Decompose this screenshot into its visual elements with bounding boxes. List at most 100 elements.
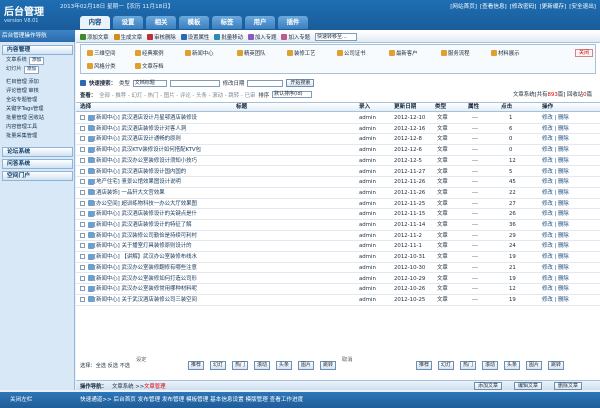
type-select[interactable]: 文档标题 (132, 79, 167, 87)
category-item[interactable]: 新闻中心 (185, 49, 214, 57)
toolbar-add-article[interactable]: 添加文章 (80, 33, 109, 41)
category-item[interactable]: 三维空间 (87, 49, 116, 57)
row-checkbox[interactable] (80, 200, 85, 206)
row-title[interactable]: [新闻中心] 武汉办公室装修常用哪种材料呢 (94, 284, 197, 294)
tab-plugins[interactable]: 插件 (278, 16, 308, 29)
link-view-info[interactable]: [查看信息] (480, 2, 507, 12)
row-checkbox[interactable] (80, 157, 85, 163)
tab-related[interactable]: 相关 (146, 16, 176, 29)
set-slide-button[interactable]: 幻灯 (210, 361, 227, 370)
toolbar-set-attr[interactable]: 设置属性 (180, 33, 209, 41)
add-slide-button[interactable]: 添加 (23, 66, 40, 74)
row-title[interactable]: [新闻中心] 武汉办公室装修如何打造公司形 (94, 274, 197, 284)
row-title[interactable]: [新闻中心] 武汉办公室装修设计须知小技巧 (94, 156, 197, 166)
link-refresh-cache[interactable]: [更新缓存] (540, 2, 567, 12)
row-checkbox[interactable] (80, 115, 85, 120)
sidebar-section-content[interactable]: 内容管理 (2, 45, 73, 55)
sidebar-item-articles[interactable]: 文章系统 添加 (0, 56, 75, 65)
tab-content[interactable]: 内容 (80, 16, 110, 29)
sort-select[interactable]: 默认排序(id) (272, 91, 313, 98)
row-checkbox[interactable] (80, 136, 85, 142)
category-item[interactable]: 风格分类 (87, 62, 116, 70)
row-ops[interactable]: 修改 | 删除 (542, 134, 569, 144)
quick-move-select[interactable]: 快速转移至... (315, 33, 358, 41)
sidebar-group-qa[interactable]: 问答系统 (2, 159, 73, 169)
row-ops[interactable]: 修改 | 删除 (542, 220, 569, 230)
row-title[interactable]: [新闻中心] 武汉办公室装修翻修有哪些注意 (94, 263, 197, 273)
edit-article-button[interactable]: 编辑文章 (514, 382, 543, 390)
tab-settings[interactable]: 设置 (113, 16, 143, 29)
quick-links[interactable]: 快速通道>> 后台首页 发布管理 发布管理 模板管理 基本信息设置 模版管理 查… (80, 392, 303, 408)
category-item[interactable]: 材料展示 (491, 49, 520, 57)
cancel-hot-button[interactable]: 热门 (460, 361, 477, 370)
row-checkbox[interactable] (80, 232, 85, 238)
cancel-slide-button[interactable]: 幻灯 (438, 361, 455, 370)
sidebar-item-columns[interactable]: 栏目管理 添加 (0, 78, 75, 87)
row-title[interactable]: [新闻中心] 武汉KTV装修设计如何搭配KTV包 (94, 145, 201, 155)
row-title[interactable]: [新闻中心] 武汉酒店装修设计的特征了解 (94, 220, 192, 230)
row-ops[interactable]: 修改 | 删除 (542, 177, 569, 187)
cancel-recommend-button[interactable]: 推荐 (416, 361, 433, 370)
row-checkbox[interactable] (80, 222, 85, 227)
keyword-input[interactable] (169, 79, 220, 87)
row-title[interactable]: [新闻中心] 武汉酒店装修设计对客人洞 (94, 124, 186, 134)
category-item[interactable]: 精英团队 (237, 49, 266, 57)
sidebar-item-slides[interactable]: 幻灯片 添加 (0, 65, 75, 74)
row-title[interactable]: [新闻中心] 关于播室灯具装修原则设计的 (94, 241, 192, 251)
row-checkbox[interactable] (80, 179, 85, 185)
row-title[interactable]: [新闻中心] 武汉酒店装修设计国内国的 (94, 167, 186, 177)
row-ops[interactable]: 修改 | 删除 (542, 124, 569, 134)
tab-users[interactable]: 用户 (245, 16, 275, 29)
row-title[interactable]: [新闻中心] 武汉酒店设计通畅的原则 (94, 134, 181, 144)
delete-article-button[interactable]: 删除文章 (554, 382, 583, 390)
cancel-headline-button[interactable]: 头条 (504, 361, 521, 370)
row-ops[interactable]: 修改 | 删除 (542, 199, 569, 209)
toolbar-add-topic[interactable]: 加入专题 (247, 33, 276, 41)
category-item[interactable]: 公司证书 (337, 49, 366, 57)
row-checkbox[interactable] (80, 286, 85, 292)
row-checkbox[interactable] (80, 243, 85, 249)
toolbar-batch-move[interactable]: 批量移动 (214, 33, 243, 41)
cancel-image-button[interactable]: 图片 (526, 361, 543, 370)
row-title[interactable]: [新闻中心] 武汉装修公司勤俭是持续可利村 (94, 231, 197, 241)
sidebar-item-tools[interactable]: 内容管理工具 (0, 123, 75, 132)
link-change-password[interactable]: [修改密码] (510, 2, 537, 12)
row-ops[interactable]: 修改 | 删除 (542, 241, 569, 251)
set-image-button[interactable]: 图片 (298, 361, 315, 370)
set-recommend-button[interactable]: 推荐 (188, 361, 205, 370)
row-checkbox[interactable] (80, 168, 85, 174)
row-ops[interactable]: 修改 | 删除 (542, 113, 569, 123)
row-ops[interactable]: 修改 | 删除 (542, 145, 569, 155)
row-ops[interactable]: 修改 | 删除 (542, 295, 569, 305)
sidebar-item-topics[interactable]: 全站专题管理 (0, 96, 75, 105)
tab-tags[interactable]: 标签 (212, 16, 242, 29)
close-left-panel[interactable]: 关闭左栏 (10, 392, 32, 408)
toolbar-add-topic-2[interactable]: 加入专题 (281, 33, 310, 41)
select-options[interactable]: 选择：全选 反选 不选 (80, 362, 130, 369)
link-logout[interactable]: [安全退出] (569, 2, 596, 12)
add-article-button[interactable]: 添加文章 (474, 382, 503, 390)
row-title[interactable]: [新闻中心] 武汉酒店装修设计的关键点是什 (94, 209, 197, 219)
date-input[interactable] (247, 79, 284, 87)
row-ops[interactable]: 修改 | 删除 (542, 167, 569, 177)
add-article-button[interactable]: 添加 (28, 57, 45, 65)
row-checkbox[interactable] (80, 125, 85, 131)
row-ops[interactable]: 修改 | 删除 (542, 156, 569, 166)
toolbar-generate[interactable]: 生成文章 (113, 33, 142, 41)
start-search-button[interactable]: 开始搜索 (286, 79, 315, 87)
row-ops[interactable]: 修改 | 删除 (542, 231, 569, 241)
row-checkbox[interactable] (80, 275, 85, 281)
sidebar-item-comments[interactable]: 评论管理 审核 (0, 87, 75, 96)
set-scroll-button[interactable]: 滚动 (254, 361, 271, 370)
cancel-jump-button[interactable]: 跳转 (548, 361, 565, 370)
sidebar-item-collect[interactable]: 批量采集管理 (0, 132, 75, 141)
row-ops[interactable]: 修改 | 删除 (542, 188, 569, 198)
row-checkbox[interactable] (80, 296, 85, 302)
category-item[interactable]: 文章存档 (135, 62, 164, 70)
breadcrumb[interactable]: 文章系统 >> (112, 382, 144, 390)
row-ops[interactable]: 修改 | 删除 (542, 209, 569, 219)
row-checkbox[interactable] (80, 147, 85, 153)
row-ops[interactable]: 修改 | 删除 (542, 284, 569, 294)
filter-options[interactable]: 全部 - 推荐 - 幻灯 - 热门 - 图片 - 评论 - 头条 - 滚动 - … (99, 91, 255, 99)
category-item[interactable]: 最新客户 (389, 49, 418, 57)
